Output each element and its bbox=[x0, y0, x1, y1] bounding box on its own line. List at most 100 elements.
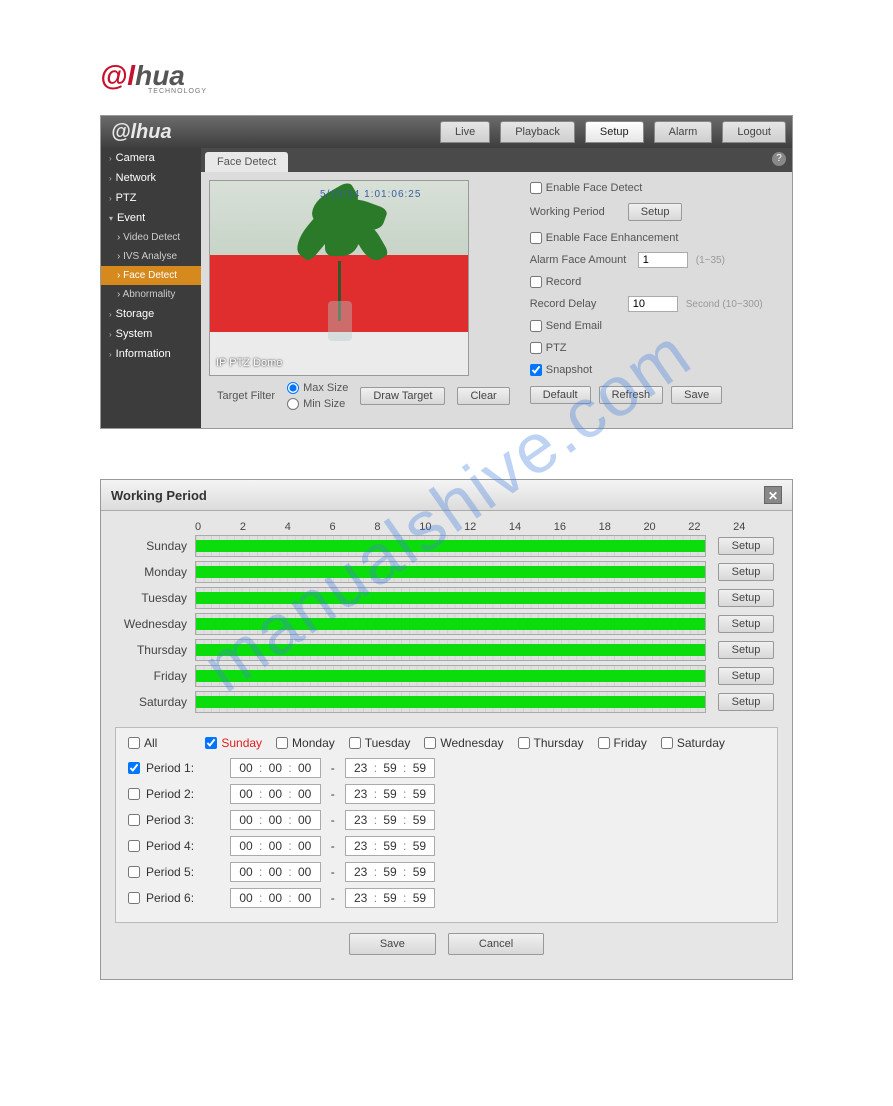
schedule-setup-button[interactable]: Setup bbox=[718, 563, 774, 581]
schedule-bar[interactable] bbox=[195, 535, 706, 557]
dialog-save-button[interactable]: Save bbox=[349, 933, 436, 955]
period-checkbox[interactable] bbox=[128, 866, 140, 878]
record-option[interactable]: Record bbox=[530, 276, 581, 288]
period-to[interactable]: 23: 59: 59 bbox=[345, 758, 436, 778]
record-delay-input[interactable] bbox=[628, 296, 678, 312]
help-icon[interactable]: ? bbox=[772, 152, 786, 166]
day-checkbox[interactable] bbox=[349, 737, 361, 749]
schedule-bar[interactable] bbox=[195, 691, 706, 713]
save-button[interactable]: Save bbox=[671, 386, 722, 404]
filter-min-size-radio[interactable] bbox=[287, 398, 299, 410]
sidebar-item-camera[interactable]: ›Camera bbox=[101, 148, 201, 168]
filter-max-size[interactable]: Max Size bbox=[287, 382, 348, 394]
filter-max-size-radio[interactable] bbox=[287, 382, 299, 394]
nav-live[interactable]: Live bbox=[440, 121, 490, 143]
day-check-friday[interactable]: Friday bbox=[598, 736, 647, 750]
period-from[interactable]: 00: 00: 00 bbox=[230, 888, 321, 908]
period-to[interactable]: 23: 59: 59 bbox=[345, 862, 436, 882]
period-from[interactable]: 00: 00: 00 bbox=[230, 810, 321, 830]
schedule-setup-button[interactable]: Setup bbox=[718, 693, 774, 711]
axis-tick: 2 bbox=[240, 521, 285, 533]
enable-face-detect-checkbox[interactable] bbox=[530, 182, 542, 194]
period-to[interactable]: 23: 59: 59 bbox=[345, 784, 436, 804]
schedule-bar[interactable] bbox=[195, 561, 706, 583]
nav-playback[interactable]: Playback bbox=[500, 121, 575, 143]
ptz-option[interactable]: PTZ bbox=[530, 342, 567, 354]
clear-button[interactable]: Clear bbox=[457, 387, 509, 405]
tab-face-detect[interactable]: Face Detect bbox=[205, 152, 288, 172]
period-to[interactable]: 23: 59: 59 bbox=[345, 888, 436, 908]
sidebar-item-face-detect[interactable]: › Face Detect bbox=[101, 266, 201, 285]
enable-face-enhancement[interactable]: Enable Face Enhancement bbox=[530, 232, 679, 244]
app-window: @lhua Live Playback Setup Alarm Logout ›… bbox=[100, 115, 793, 429]
sidebar-item-event[interactable]: ▾Event bbox=[101, 208, 201, 228]
all-days-checkbox[interactable] bbox=[128, 737, 140, 749]
schedule-day-label: Tuesday bbox=[115, 591, 195, 605]
day-checkbox[interactable] bbox=[518, 737, 530, 749]
draw-target-button[interactable]: Draw Target bbox=[360, 387, 445, 405]
schedule-bar[interactable] bbox=[195, 587, 706, 609]
sidebar-item-system[interactable]: ›System bbox=[101, 324, 201, 344]
schedule-setup-button[interactable]: Setup bbox=[718, 537, 774, 555]
day-checkbox[interactable] bbox=[205, 737, 217, 749]
schedule-day-label: Saturday bbox=[115, 695, 195, 709]
sidebar-item-abnormality[interactable]: › Abnormality bbox=[101, 285, 201, 304]
ptz-checkbox[interactable] bbox=[530, 342, 542, 354]
sidebar-item-information[interactable]: ›Information bbox=[101, 344, 201, 364]
schedule-bar[interactable] bbox=[195, 639, 706, 661]
period-from[interactable]: 00: 00: 00 bbox=[230, 758, 321, 778]
period-from[interactable]: 00: 00: 00 bbox=[230, 784, 321, 804]
sidebar-item-ivs-analyse[interactable]: › IVS Analyse bbox=[101, 247, 201, 266]
day-check-tuesday[interactable]: Tuesday bbox=[349, 736, 411, 750]
alarm-face-amount-label: Alarm Face Amount bbox=[530, 254, 630, 266]
nav-logout[interactable]: Logout bbox=[722, 121, 786, 143]
snapshot-option[interactable]: Snapshot bbox=[530, 364, 592, 376]
period-to[interactable]: 23: 59: 59 bbox=[345, 810, 436, 830]
axis-tick: 4 bbox=[285, 521, 330, 533]
close-icon[interactable]: ✕ bbox=[764, 486, 782, 504]
enable-face-enhancement-checkbox[interactable] bbox=[530, 232, 542, 244]
schedule-setup-button[interactable]: Setup bbox=[718, 589, 774, 607]
day-checkbox[interactable] bbox=[661, 737, 673, 749]
filter-min-size[interactable]: Min Size bbox=[287, 398, 348, 410]
period-from[interactable]: 00: 00: 00 bbox=[230, 836, 321, 856]
sidebar-item-network[interactable]: ›Network bbox=[101, 168, 201, 188]
period-checkbox[interactable] bbox=[128, 840, 140, 852]
day-check-sunday[interactable]: Sunday bbox=[205, 736, 262, 750]
schedule-bar[interactable] bbox=[195, 613, 706, 635]
schedule-setup-button[interactable]: Setup bbox=[718, 641, 774, 659]
send-email-option[interactable]: Send Email bbox=[530, 320, 602, 332]
schedule-bar[interactable] bbox=[195, 665, 706, 687]
period-checkbox[interactable] bbox=[128, 892, 140, 904]
sidebar-item-ptz[interactable]: ›PTZ bbox=[101, 188, 201, 208]
record-checkbox[interactable] bbox=[530, 276, 542, 288]
period-to[interactable]: 23: 59: 59 bbox=[345, 836, 436, 856]
refresh-button[interactable]: Refresh bbox=[599, 386, 664, 404]
day-checkbox[interactable] bbox=[276, 737, 288, 749]
working-period-setup-button[interactable]: Setup bbox=[628, 203, 683, 221]
sidebar-item-video-detect[interactable]: › Video Detect bbox=[101, 228, 201, 247]
all-days-option[interactable]: All bbox=[128, 736, 157, 750]
day-check-saturday[interactable]: Saturday bbox=[661, 736, 725, 750]
schedule-setup-button[interactable]: Setup bbox=[718, 615, 774, 633]
snapshot-checkbox[interactable] bbox=[530, 364, 542, 376]
period-from[interactable]: 00: 00: 00 bbox=[230, 862, 321, 882]
sidebar-item-storage[interactable]: ›Storage bbox=[101, 304, 201, 324]
period-checkbox[interactable] bbox=[128, 814, 140, 826]
day-check-thursday[interactable]: Thursday bbox=[518, 736, 584, 750]
send-email-checkbox[interactable] bbox=[530, 320, 542, 332]
day-checkbox[interactable] bbox=[424, 737, 436, 749]
nav-setup[interactable]: Setup bbox=[585, 121, 644, 143]
app-header: @lhua Live Playback Setup Alarm Logout bbox=[101, 116, 792, 148]
day-check-monday[interactable]: Monday bbox=[276, 736, 335, 750]
schedule-setup-button[interactable]: Setup bbox=[718, 667, 774, 685]
dialog-cancel-button[interactable]: Cancel bbox=[448, 933, 544, 955]
period-checkbox[interactable] bbox=[128, 788, 140, 800]
day-checkbox[interactable] bbox=[598, 737, 610, 749]
enable-face-detect[interactable]: Enable Face Detect bbox=[530, 182, 643, 194]
period-checkbox[interactable] bbox=[128, 762, 140, 774]
day-check-wednesday[interactable]: Wednesday bbox=[424, 736, 503, 750]
alarm-face-amount-input[interactable] bbox=[638, 252, 688, 268]
default-button[interactable]: Default bbox=[530, 386, 591, 404]
nav-alarm[interactable]: Alarm bbox=[654, 121, 713, 143]
